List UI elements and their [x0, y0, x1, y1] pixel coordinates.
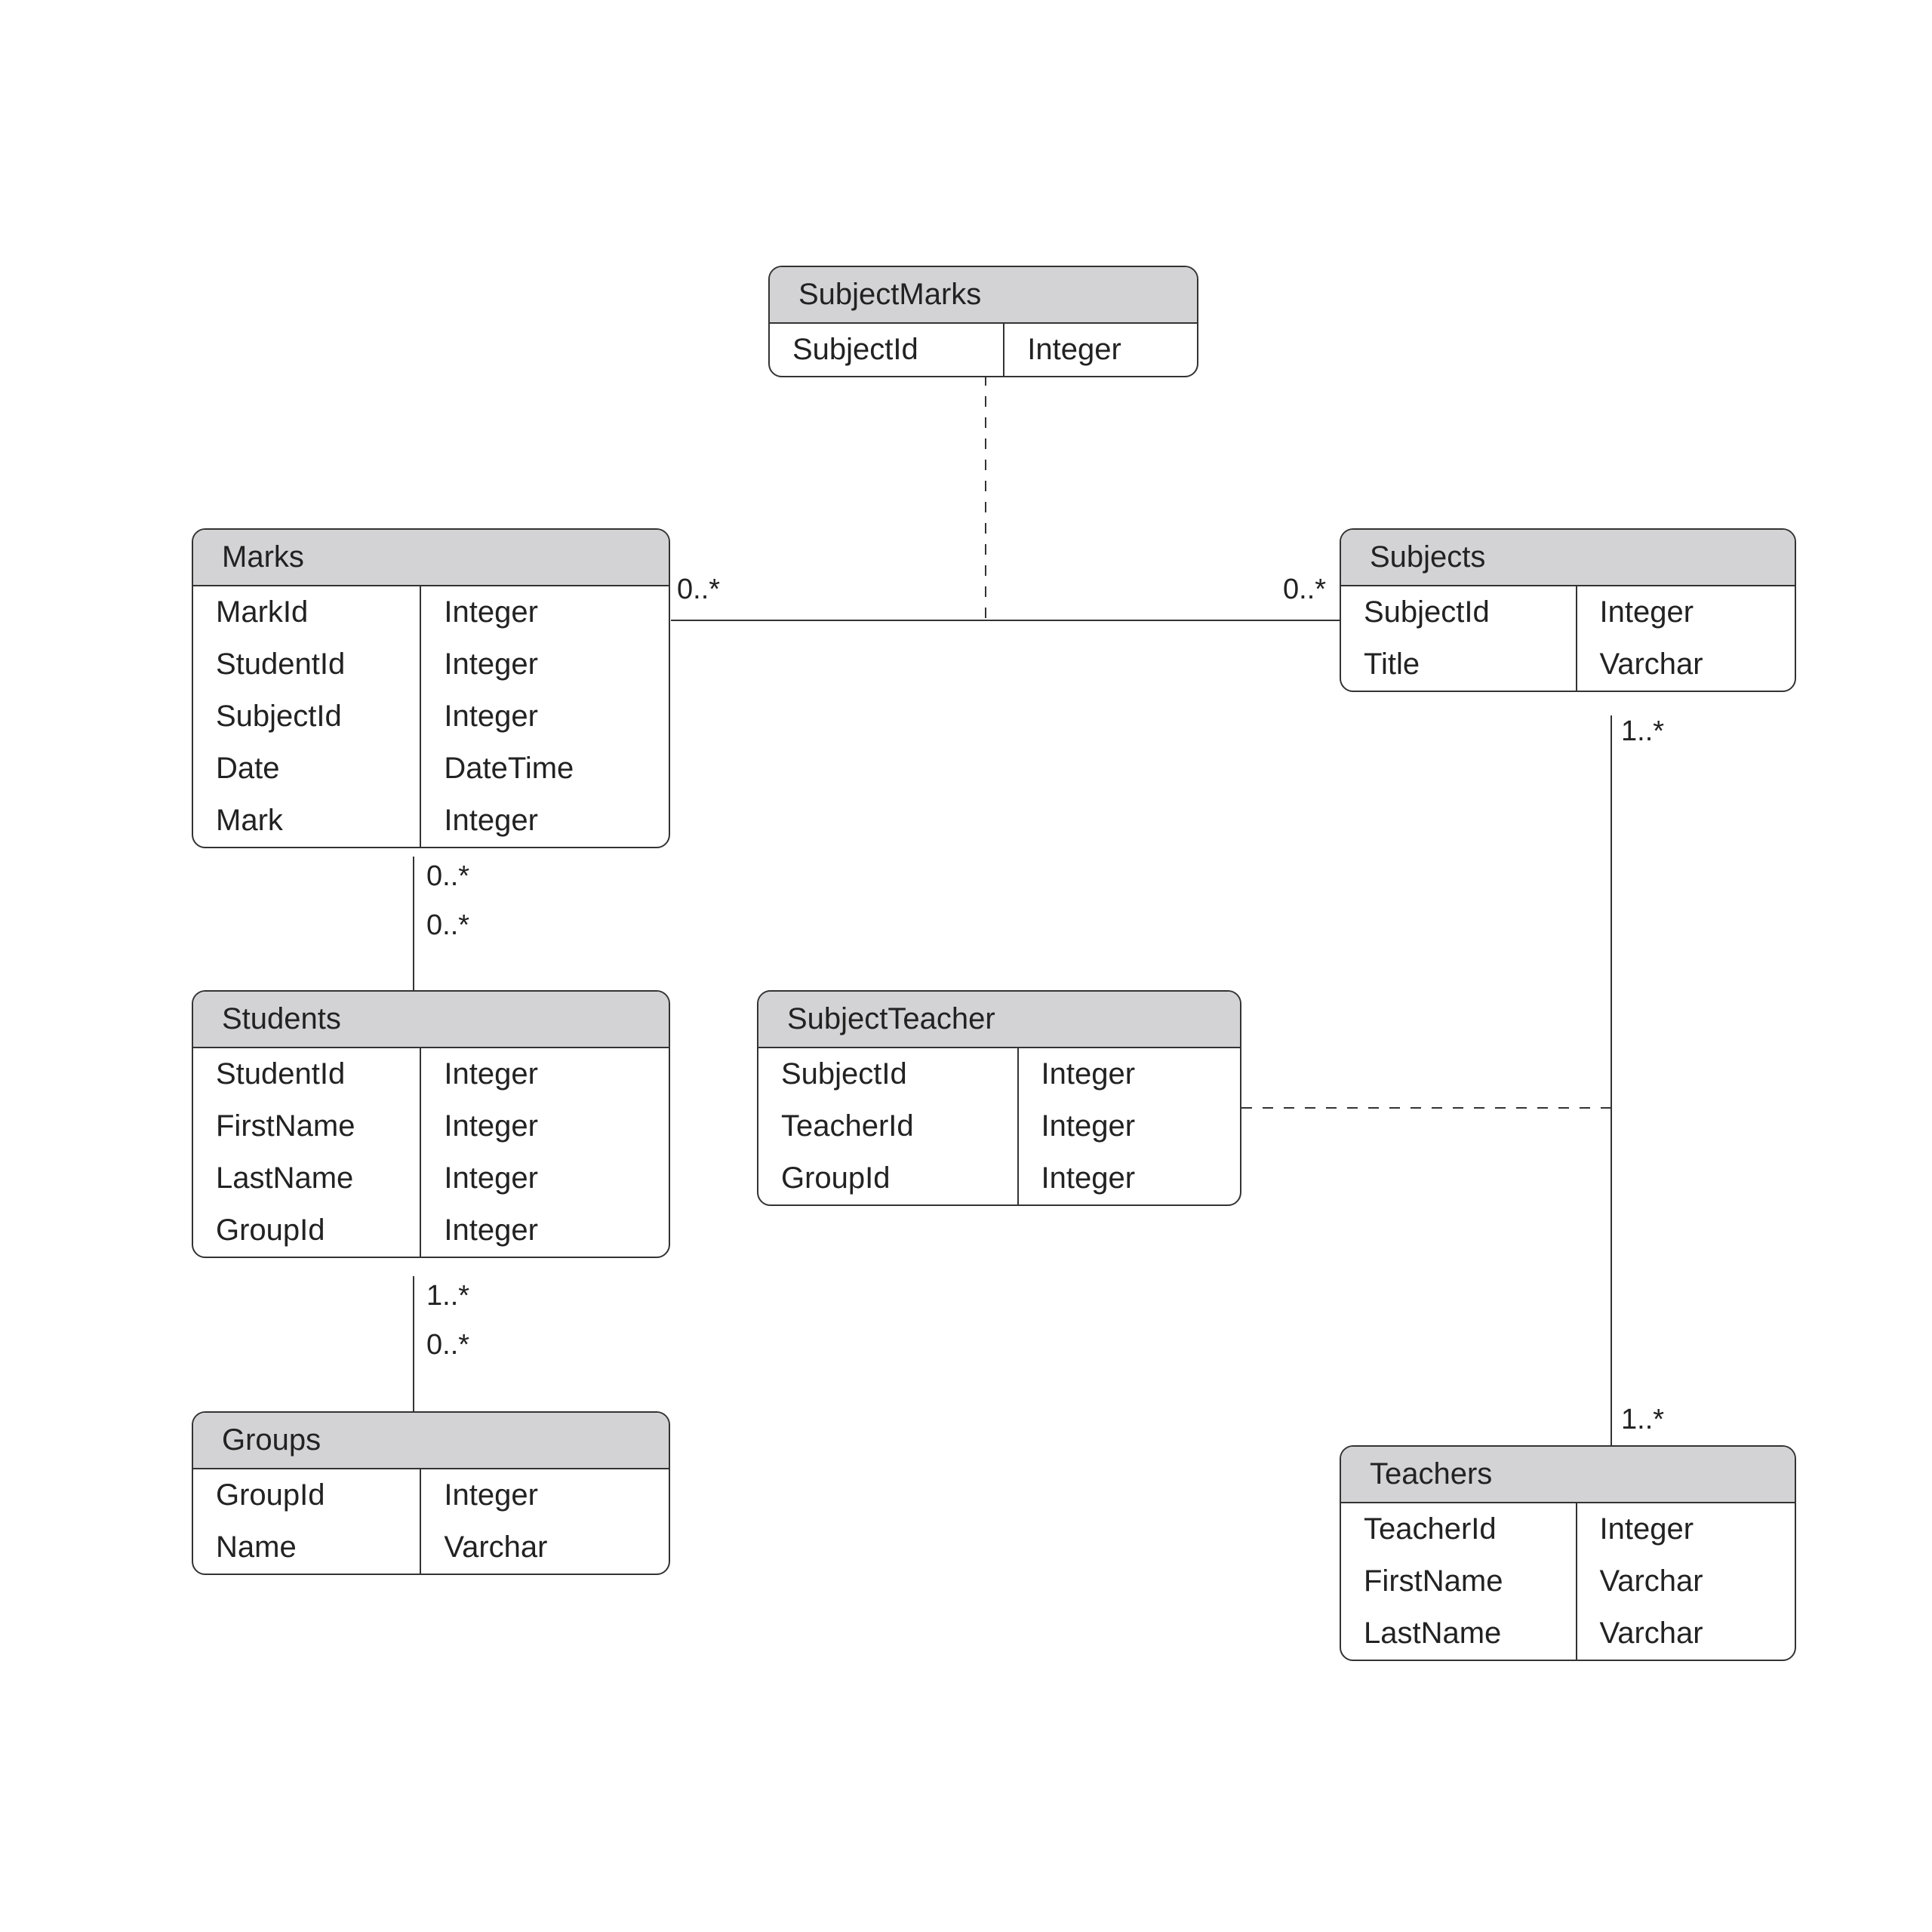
field-name: SubjectId	[1341, 586, 1576, 638]
entity-subject-teacher: SubjectTeacher SubjectId TeacherId Group…	[757, 990, 1241, 1206]
field-type: Integer	[1004, 324, 1197, 376]
entity-title: SubjectTeacher	[758, 992, 1240, 1048]
field-type: Integer	[421, 1469, 669, 1521]
field-name: TeacherId	[1341, 1503, 1576, 1555]
field-type: Integer	[421, 691, 669, 743]
field-name: TeacherId	[758, 1100, 1017, 1152]
field-type: Integer	[421, 1152, 669, 1204]
field-name: GroupId	[758, 1152, 1017, 1204]
field-type: Integer	[421, 1204, 669, 1257]
entity-title: Groups	[193, 1413, 669, 1469]
field-type: Varchar	[1577, 638, 1795, 691]
entity-title: Teachers	[1341, 1447, 1795, 1503]
field-type: Integer	[1577, 586, 1795, 638]
field-name: FirstName	[193, 1100, 420, 1152]
field-name: Name	[193, 1521, 420, 1574]
field-name: StudentId	[193, 638, 420, 691]
field-type: Integer	[421, 586, 669, 638]
field-type: Varchar	[1577, 1607, 1795, 1660]
field-name: StudentId	[193, 1048, 420, 1100]
field-name: MarkId	[193, 586, 420, 638]
entity-title: Marks	[193, 530, 669, 586]
field-name: Title	[1341, 638, 1576, 691]
field-type: Integer	[421, 795, 669, 847]
field-type: Varchar	[1577, 1555, 1795, 1607]
multiplicity-label: 1..*	[426, 1280, 469, 1312]
multiplicity-label: 0..*	[677, 574, 720, 606]
entity-groups: Groups GroupId Name Integer Varchar	[192, 1411, 670, 1575]
entity-title: SubjectMarks	[770, 267, 1197, 324]
entity-marks: Marks MarkId StudentId SubjectId Date Ma…	[192, 528, 670, 848]
field-type: Integer	[421, 638, 669, 691]
field-type: Integer	[421, 1100, 669, 1152]
field-name: SubjectId	[770, 324, 1003, 376]
multiplicity-label: 1..*	[1621, 1404, 1664, 1436]
multiplicity-label: 0..*	[426, 909, 469, 942]
field-type: Integer	[1019, 1048, 1240, 1100]
field-name: Mark	[193, 795, 420, 847]
field-name: Date	[193, 743, 420, 795]
multiplicity-label: 0..*	[426, 860, 469, 893]
entity-subject-marks: SubjectMarks SubjectId Integer	[768, 266, 1198, 377]
field-type: DateTime	[421, 743, 669, 795]
entity-title: Subjects	[1341, 530, 1795, 586]
entity-title: Students	[193, 992, 669, 1048]
field-name: SubjectId	[193, 691, 420, 743]
field-type: Integer	[421, 1048, 669, 1100]
field-type: Integer	[1019, 1152, 1240, 1204]
multiplicity-label: 0..*	[1283, 574, 1326, 606]
multiplicity-label: 0..*	[426, 1329, 469, 1361]
field-name: GroupId	[193, 1204, 420, 1257]
field-type: Varchar	[421, 1521, 669, 1574]
field-name: FirstName	[1341, 1555, 1576, 1607]
entity-subjects: Subjects SubjectId Title Integer Varchar	[1340, 528, 1796, 692]
field-name: SubjectId	[758, 1048, 1017, 1100]
entity-students: Students StudentId FirstName LastName Gr…	[192, 990, 670, 1258]
field-name: LastName	[1341, 1607, 1576, 1660]
field-type: Integer	[1019, 1100, 1240, 1152]
entity-teachers: Teachers TeacherId FirstName LastName In…	[1340, 1445, 1796, 1661]
field-name: LastName	[193, 1152, 420, 1204]
field-name: GroupId	[193, 1469, 420, 1521]
multiplicity-label: 1..*	[1621, 715, 1664, 748]
field-type: Integer	[1577, 1503, 1795, 1555]
